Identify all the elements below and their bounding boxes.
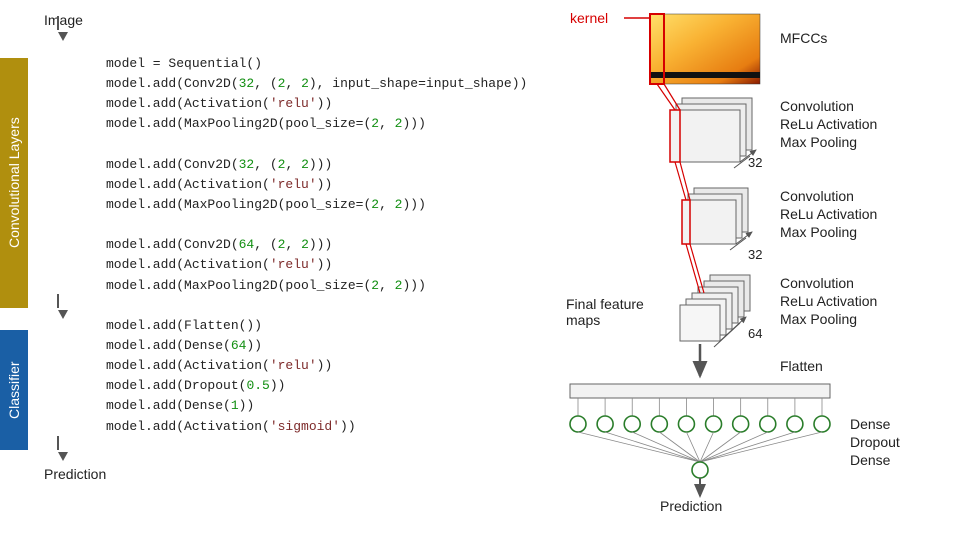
left-panel: Image Convolutional Layers Classifier Pr…: [0, 0, 520, 540]
dense-layer: [570, 398, 830, 462]
output-label: Prediction: [44, 466, 106, 482]
conv-stack-1: [670, 98, 756, 168]
classifier-bar: Classifier: [0, 330, 28, 450]
conv-stack-2: [682, 188, 752, 250]
architecture-svg: [520, 0, 960, 540]
arrow-down-icon: [58, 310, 68, 319]
arrow-down-icon: [58, 452, 68, 461]
right-diagram: kernel MFCCs Convolution ReLu Activation…: [520, 0, 960, 540]
input-label: Image: [44, 12, 83, 28]
arrow-down-icon: [58, 32, 68, 41]
conv-stack-3: [680, 275, 750, 347]
flatten-bar: [570, 384, 830, 398]
conv-layers-bar: Convolutional Layers: [0, 58, 28, 308]
code-block: model = Sequential() model.add(Conv2D(32…: [106, 54, 527, 437]
output-node: [692, 462, 708, 478]
